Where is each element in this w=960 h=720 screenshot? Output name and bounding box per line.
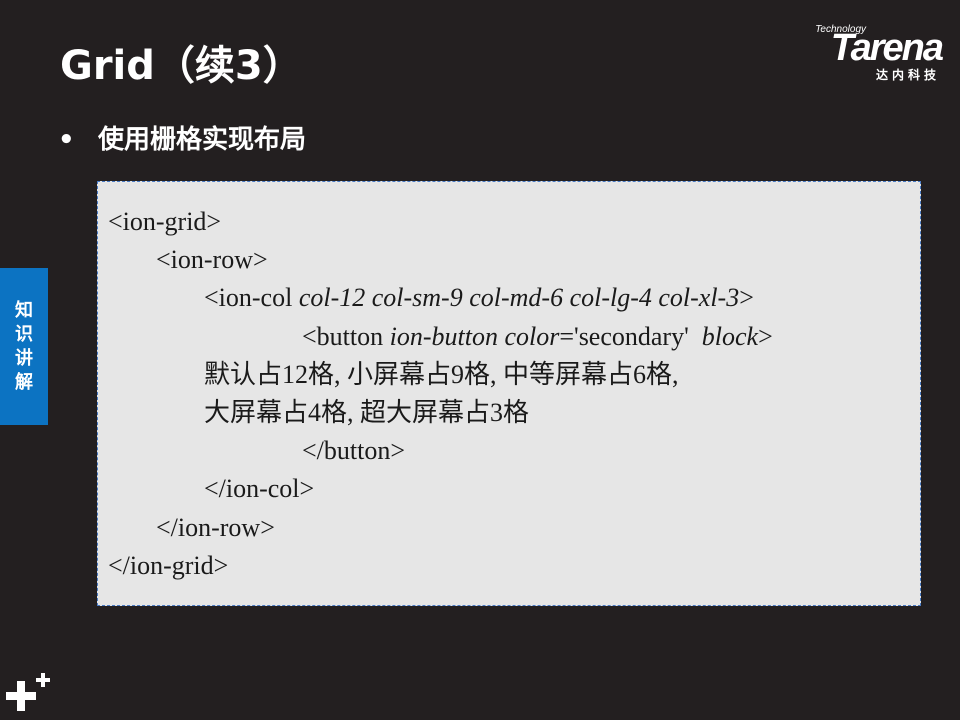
side-tab-char: 识 <box>15 323 33 345</box>
code-line: </ion-grid> <box>108 547 773 585</box>
code-text: </ion-grid> <box>108 550 229 580</box>
slide-title: Grid（续3） <box>60 43 303 89</box>
code-lines: <ion-grid> <ion-row> <ion-col col-12 col… <box>108 203 773 585</box>
code-text: <button <box>302 321 390 351</box>
code-line: <ion-grid> <box>108 203 773 241</box>
code-attr: block <box>701 321 759 351</box>
tarena-logo: Technology Tarena 达内科技 <box>780 22 944 84</box>
bullet-item: • 使用栅格实现布局 <box>58 120 306 160</box>
code-text: 默认占12格, 小屏幕占9格, 中等屏幕占6格, <box>204 359 679 389</box>
side-tab-knowledge: 知 识 讲 解 <box>0 268 48 425</box>
code-text: </ion-row> <box>156 512 275 542</box>
side-tab-char: 知 <box>15 299 33 321</box>
bullet-text: 使用栅格实现布局 <box>98 125 307 155</box>
code-text: > <box>758 321 773 351</box>
code-line: <ion-row> <box>108 241 773 279</box>
code-line: </button> <box>108 432 773 470</box>
code-line: <button ion-button color='secondary' blo… <box>108 318 773 356</box>
plus-decoration-icon <box>6 673 50 711</box>
code-block: <ion-grid> <ion-row> <ion-col col-12 col… <box>97 181 921 606</box>
code-text: <ion-grid> <box>108 207 222 236</box>
code-text: 大屏幕占4格, 超大屏幕占3格 <box>204 398 530 428</box>
code-line: <ion-col col-12 col-sm-9 col-md-6 col-lg… <box>108 279 773 317</box>
code-text: <ion-col <box>204 283 299 313</box>
code-line: </ion-row> <box>108 509 773 547</box>
code-text: </button> <box>302 436 405 466</box>
code-text: > <box>739 283 754 313</box>
side-tab-char: 讲 <box>15 347 33 369</box>
code-attr: col-12 col-sm-9 col-md-6 col-lg-4 col-xl… <box>298 283 740 313</box>
code-text: ='secondary' <box>559 321 702 351</box>
code-line: 默认占12格, 小屏幕占9格, 中等屏幕占6格, <box>108 356 773 394</box>
code-text: <ion-row> <box>156 245 268 275</box>
bullet-dot-icon: • <box>58 125 75 155</box>
logo-wordmark: Tarena <box>830 27 944 69</box>
logo-chinese-text: 达内科技 <box>875 68 940 82</box>
code-text: </ion-col> <box>204 474 315 504</box>
code-line: 大屏幕占4格, 超大屏幕占3格 <box>108 394 773 432</box>
code-attr: ion-button color <box>389 321 560 351</box>
code-line: </ion-col> <box>108 470 773 508</box>
side-tab-char: 解 <box>15 371 33 393</box>
